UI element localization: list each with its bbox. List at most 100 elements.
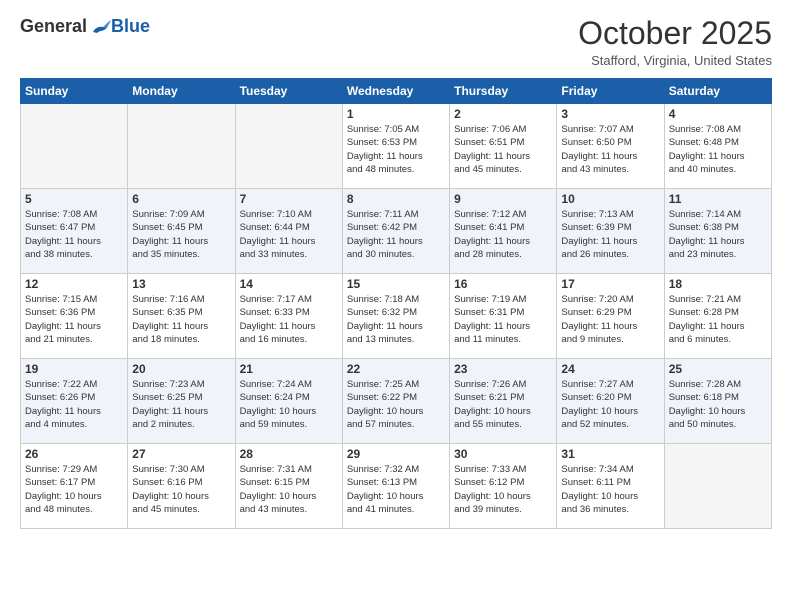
day-number: 3	[561, 107, 659, 121]
month-title: October 2025	[578, 16, 772, 51]
day-number: 16	[454, 277, 552, 291]
calendar-week-row: 19 Sunrise: 7:22 AM Sunset: 6:26 PM Dayli…	[21, 359, 772, 444]
day-number: 10	[561, 192, 659, 206]
day-info: Sunrise: 7:15 AM Sunset: 6:36 PM Dayligh…	[25, 293, 123, 346]
table-row	[128, 104, 235, 189]
day-info: Sunrise: 7:32 AM Sunset: 6:13 PM Dayligh…	[347, 463, 445, 516]
day-number: 31	[561, 447, 659, 461]
header: General Blue October 2025 Stafford, Virg…	[20, 16, 772, 68]
table-row: 8Sunrise: 7:11 AM Sunset: 6:42 PM Daylig…	[342, 189, 449, 274]
col-friday: Friday	[557, 79, 664, 104]
table-row: 22 Sunrise: 7:25 AM Sunset: 6:22 PM Dayli…	[342, 359, 449, 444]
col-saturday: Saturday	[664, 79, 771, 104]
day-info: Sunrise: 7:28 AM Sunset: 6:18 PM Dayligh…	[669, 378, 767, 431]
day-number: 27	[132, 447, 230, 461]
day-info: Sunrise: 7:27 AM Sunset: 6:20 PM Dayligh…	[561, 378, 659, 431]
table-row	[664, 444, 771, 529]
day-info: Sunrise: 7:22 AM Sunset: 6:26 PM Dayligh…	[25, 378, 123, 431]
table-row: 24 Sunrise: 7:27 AM Sunset: 6:20 PM Dayli…	[557, 359, 664, 444]
table-row: 27Sunrise: 7:30 AM Sunset: 6:16 PM Dayli…	[128, 444, 235, 529]
day-number: 12	[25, 277, 123, 291]
logo-bird-icon	[89, 18, 111, 36]
table-row: 3Sunrise: 7:07 AM Sunset: 6:50 PM Daylig…	[557, 104, 664, 189]
col-sunday: Sunday	[21, 79, 128, 104]
table-row: 21 Sunrise: 7:24 AM Sunset: 6:24 PM Dayli…	[235, 359, 342, 444]
day-number: 24	[561, 362, 659, 376]
col-monday: Monday	[128, 79, 235, 104]
table-row	[21, 104, 128, 189]
day-number: 26	[25, 447, 123, 461]
day-info: Sunrise: 7:18 AM Sunset: 6:32 PM Dayligh…	[347, 293, 445, 346]
day-info: Sunrise: 7:13 AM Sunset: 6:39 PM Dayligh…	[561, 208, 659, 261]
table-row: 14 Sunrise: 7:17 AM Sunset: 6:33 PM Dayli…	[235, 274, 342, 359]
day-number: 18	[669, 277, 767, 291]
day-info: Sunrise: 7:08 AM Sunset: 6:47 PM Dayligh…	[25, 208, 123, 261]
logo-general-text: General	[20, 16, 87, 37]
day-info: Sunrise: 7:31 AM Sunset: 6:15 PM Dayligh…	[240, 463, 338, 516]
calendar-week-row: 26 Sunrise: 7:29 AM Sunset: 6:17 PM Dayli…	[21, 444, 772, 529]
day-number: 13	[132, 277, 230, 291]
logo-blue-text: Blue	[111, 16, 150, 37]
day-number: 7	[240, 192, 338, 206]
day-info: Sunrise: 7:29 AM Sunset: 6:17 PM Dayligh…	[25, 463, 123, 516]
day-number: 4	[669, 107, 767, 121]
day-info: Sunrise: 7:05 AM Sunset: 6:53 PM Dayligh…	[347, 123, 445, 176]
day-info: Sunrise: 7:23 AM Sunset: 6:25 PM Dayligh…	[132, 378, 230, 431]
day-number: 28	[240, 447, 338, 461]
day-info: Sunrise: 7:09 AM Sunset: 6:45 PM Dayligh…	[132, 208, 230, 261]
day-number: 5	[25, 192, 123, 206]
table-row: 6 Sunrise: 7:09 AM Sunset: 6:45 PM Daylig…	[128, 189, 235, 274]
calendar-table: Sunday Monday Tuesday Wednesday Thursday…	[20, 78, 772, 529]
table-row: 15 Sunrise: 7:18 AM Sunset: 6:32 PM Dayli…	[342, 274, 449, 359]
table-row: 11 Sunrise: 7:14 AM Sunset: 6:38 PM Dayli…	[664, 189, 771, 274]
day-number: 11	[669, 192, 767, 206]
day-number: 30	[454, 447, 552, 461]
day-number: 1	[347, 107, 445, 121]
day-number: 21	[240, 362, 338, 376]
day-number: 19	[25, 362, 123, 376]
table-row: 16 Sunrise: 7:19 AM Sunset: 6:31 PM Dayli…	[450, 274, 557, 359]
day-number: 9	[454, 192, 552, 206]
day-info: Sunrise: 7:20 AM Sunset: 6:29 PM Dayligh…	[561, 293, 659, 346]
day-number: 14	[240, 277, 338, 291]
table-row	[235, 104, 342, 189]
day-number: 23	[454, 362, 552, 376]
table-row: 19 Sunrise: 7:22 AM Sunset: 6:26 PM Dayli…	[21, 359, 128, 444]
day-number: 29	[347, 447, 445, 461]
day-number: 22	[347, 362, 445, 376]
day-number: 15	[347, 277, 445, 291]
calendar-header-row: Sunday Monday Tuesday Wednesday Thursday…	[21, 79, 772, 104]
day-info: Sunrise: 7:14 AM Sunset: 6:38 PM Dayligh…	[669, 208, 767, 261]
table-row: 18 Sunrise: 7:21 AM Sunset: 6:28 PM Dayli…	[664, 274, 771, 359]
day-info: Sunrise: 7:19 AM Sunset: 6:31 PM Dayligh…	[454, 293, 552, 346]
col-wednesday: Wednesday	[342, 79, 449, 104]
day-info: Sunrise: 7:17 AM Sunset: 6:33 PM Dayligh…	[240, 293, 338, 346]
day-info: Sunrise: 7:26 AM Sunset: 6:21 PM Dayligh…	[454, 378, 552, 431]
day-info: Sunrise: 7:21 AM Sunset: 6:28 PM Dayligh…	[669, 293, 767, 346]
day-info: Sunrise: 7:10 AM Sunset: 6:44 PM Dayligh…	[240, 208, 338, 261]
col-thursday: Thursday	[450, 79, 557, 104]
day-info: Sunrise: 7:34 AM Sunset: 6:11 PM Dayligh…	[561, 463, 659, 516]
table-row: 26 Sunrise: 7:29 AM Sunset: 6:17 PM Dayli…	[21, 444, 128, 529]
location: Stafford, Virginia, United States	[578, 53, 772, 68]
table-row: 20Sunrise: 7:23 AM Sunset: 6:25 PM Dayli…	[128, 359, 235, 444]
calendar-week-row: 5 Sunrise: 7:08 AM Sunset: 6:47 PM Daylig…	[21, 189, 772, 274]
table-row: 1 Sunrise: 7:05 AM Sunset: 6:53 PM Daylig…	[342, 104, 449, 189]
day-info: Sunrise: 7:33 AM Sunset: 6:12 PM Dayligh…	[454, 463, 552, 516]
table-row: 9Sunrise: 7:12 AM Sunset: 6:41 PM Daylig…	[450, 189, 557, 274]
table-row: 7 Sunrise: 7:10 AM Sunset: 6:44 PM Daylig…	[235, 189, 342, 274]
calendar-week-row: 12 Sunrise: 7:15 AM Sunset: 6:36 PM Dayli…	[21, 274, 772, 359]
table-row: 29 Sunrise: 7:32 AM Sunset: 6:13 PM Dayli…	[342, 444, 449, 529]
day-number: 2	[454, 107, 552, 121]
page: General Blue October 2025 Stafford, Virg…	[0, 0, 792, 612]
day-info: Sunrise: 7:24 AM Sunset: 6:24 PM Dayligh…	[240, 378, 338, 431]
table-row: 13 Sunrise: 7:16 AM Sunset: 6:35 PM Dayli…	[128, 274, 235, 359]
table-row: 23 Sunrise: 7:26 AM Sunset: 6:21 PM Dayli…	[450, 359, 557, 444]
table-row: 28 Sunrise: 7:31 AM Sunset: 6:15 PM Dayli…	[235, 444, 342, 529]
day-info: Sunrise: 7:16 AM Sunset: 6:35 PM Dayligh…	[132, 293, 230, 346]
table-row: 5 Sunrise: 7:08 AM Sunset: 6:47 PM Daylig…	[21, 189, 128, 274]
table-row: 25 Sunrise: 7:28 AM Sunset: 6:18 PM Dayli…	[664, 359, 771, 444]
day-info: Sunrise: 7:25 AM Sunset: 6:22 PM Dayligh…	[347, 378, 445, 431]
day-number: 25	[669, 362, 767, 376]
day-number: 6	[132, 192, 230, 206]
